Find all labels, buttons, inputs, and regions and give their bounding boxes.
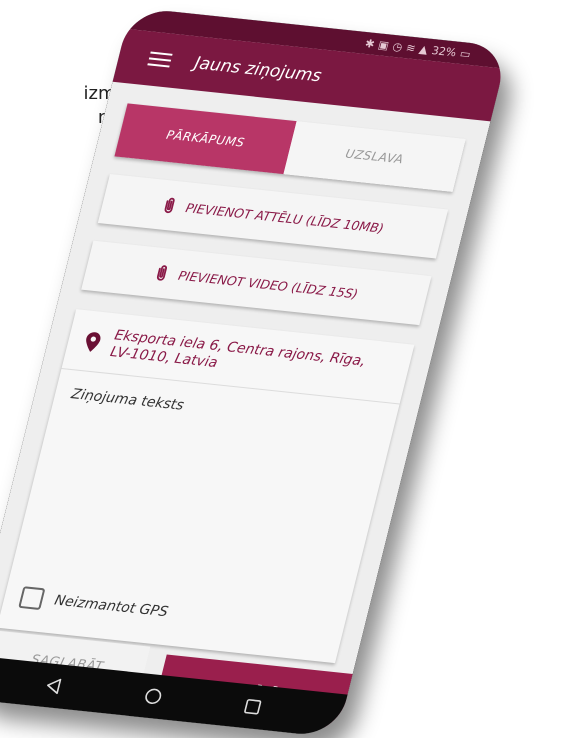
attach-image-label: PIEVIENOT ATTĒLU (LĪDZ 10MB) xyxy=(184,199,386,236)
hamburger-menu-icon[interactable] xyxy=(147,51,173,68)
location-pin-icon xyxy=(86,332,101,352)
page-title: Jauns ziņojums xyxy=(192,53,324,87)
report-type-tabs: PĀRKĀPUMS UZSLAVA xyxy=(114,103,466,192)
alarm-icon: ◷ xyxy=(391,39,405,54)
attach-video-label: PIEVIENOT VIDEO (LĪDZ 15S) xyxy=(176,267,360,301)
wifi-icon: ≋ xyxy=(404,40,418,55)
back-icon[interactable] xyxy=(41,675,66,697)
battery-percent: 32% xyxy=(430,43,458,59)
paperclip-icon xyxy=(156,265,167,281)
home-icon[interactable] xyxy=(141,685,166,707)
attach-video-button[interactable]: PIEVIENOT VIDEO (LĪDZ 15S) xyxy=(81,240,432,326)
battery-icon: ▭ xyxy=(458,46,473,61)
message-input[interactable]: Ziņojuma teksts xyxy=(8,369,400,620)
report-details-card: Eksporta iela 6, Centra rajons, Rīga, LV… xyxy=(0,309,415,664)
gps-checkbox[interactable] xyxy=(18,586,46,611)
tab-parkapums[interactable]: PĀRKĀPUMS xyxy=(114,103,297,175)
bluetooth-icon: ✱ xyxy=(363,36,377,51)
signal-icon: ▲ xyxy=(417,42,430,56)
tab-uzslava[interactable]: UZSLAVA xyxy=(283,121,466,192)
paperclip-icon xyxy=(164,197,175,214)
recent-apps-icon[interactable] xyxy=(240,696,265,718)
nfc-icon: ▣ xyxy=(376,37,391,52)
